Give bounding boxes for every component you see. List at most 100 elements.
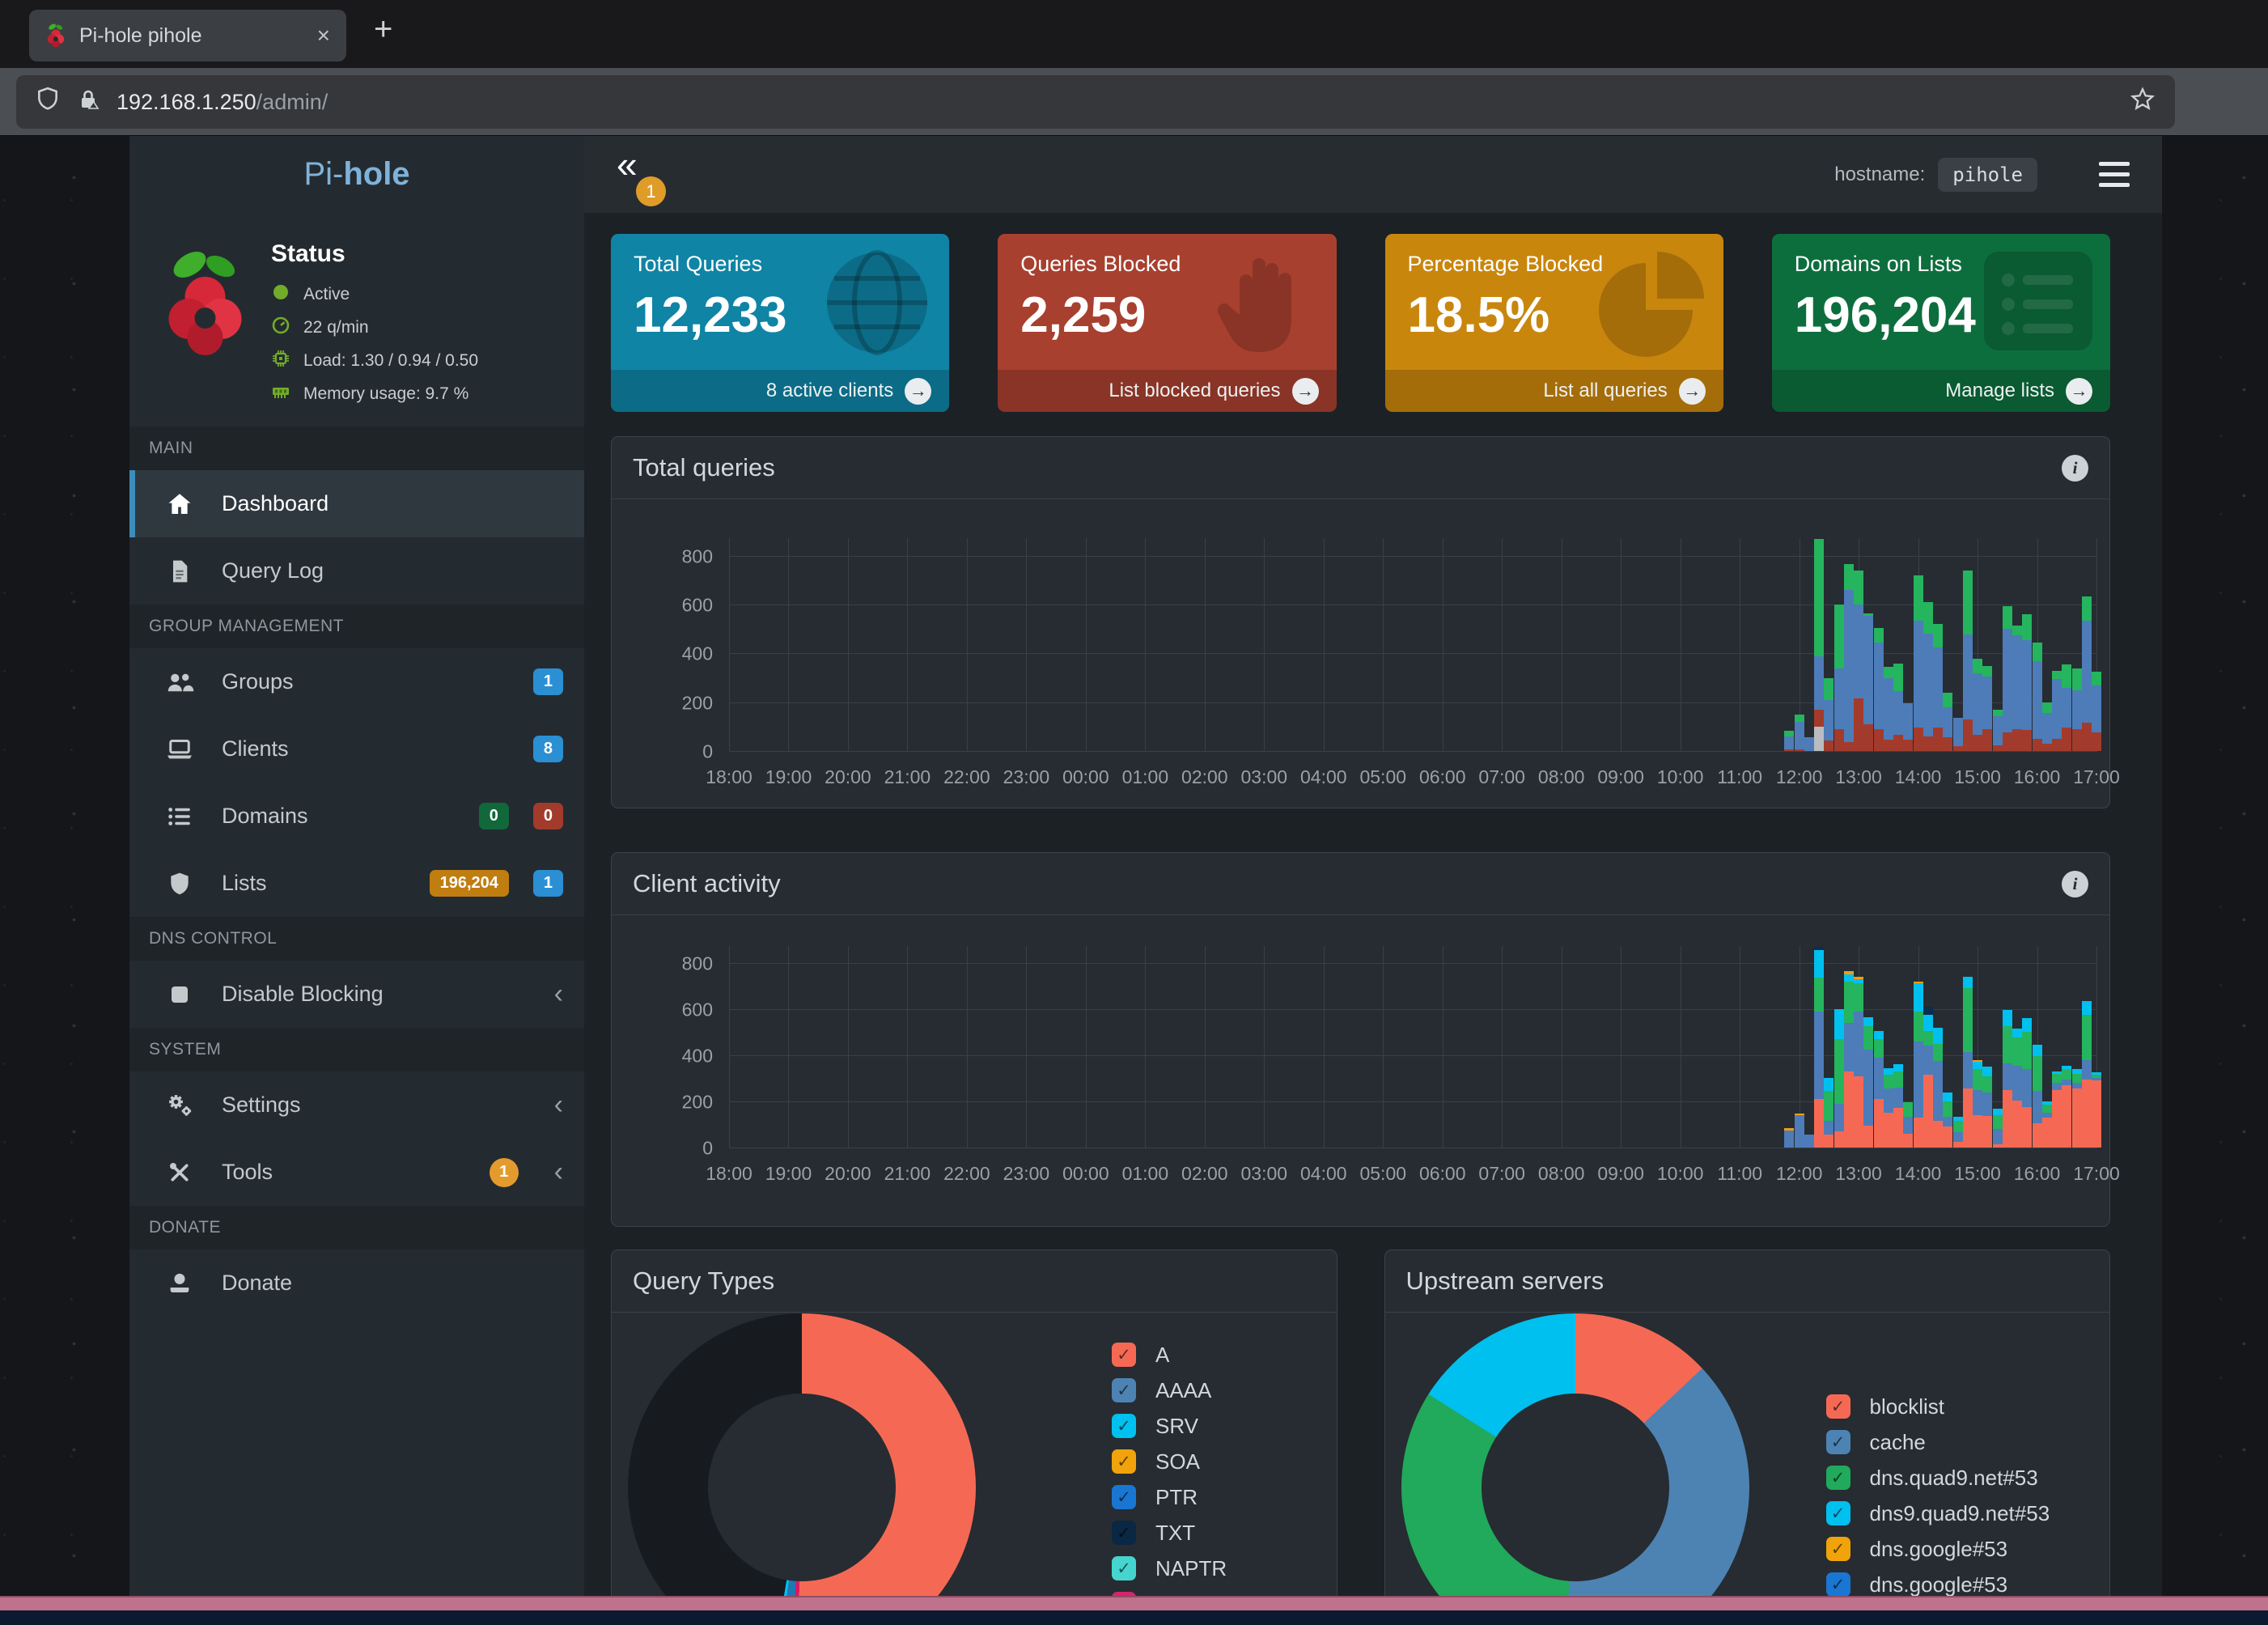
stacked-bar-14:00[interactable] [1914, 982, 1923, 1148]
legend-checkbox-icon[interactable]: ✓ [1826, 1394, 1850, 1419]
new-tab-button[interactable]: + [374, 11, 392, 48]
stacked-bar-16:10[interactable] [2042, 702, 2052, 751]
stat-card-total-queries[interactable]: Total Queries 12,233 8 active clients→ [611, 234, 949, 412]
stacked-bar-11:50[interactable] [1784, 731, 1794, 751]
tab-close-icon[interactable]: × [317, 24, 330, 47]
shield-icon[interactable] [36, 87, 60, 118]
legend-item-aaaa[interactable]: ✓ AAAA [1112, 1378, 1227, 1402]
sidebar-item-disable-blocking[interactable]: Disable Blocking‹ [129, 961, 584, 1028]
stacked-bar-16:20[interactable] [2052, 671, 2062, 751]
legend-item-a[interactable]: ✓ A [1112, 1343, 1227, 1367]
stacked-bar-16:50[interactable] [2082, 596, 2092, 751]
stacked-bar-13:20[interactable] [1874, 628, 1884, 751]
stacked-bar-14:50[interactable] [1963, 977, 1973, 1148]
legend-item-dns.google#53[interactable]: ✓ dns.google#53 [1826, 1572, 2050, 1597]
card-footer-link[interactable]: List all queries→ [1385, 370, 1723, 412]
stacked-bar-16:00[interactable] [2033, 1045, 2042, 1148]
stacked-bar-14:50[interactable] [1963, 571, 1973, 751]
stacked-bar-15:00[interactable] [1973, 659, 1982, 751]
legend-item-blocklist[interactable]: ✓ blocklist [1826, 1394, 2050, 1419]
sidebar-item-clients[interactable]: Clients8 [129, 715, 584, 783]
menu-hamburger-icon[interactable] [2099, 162, 2130, 187]
stacked-bar-16:30[interactable] [2062, 1066, 2071, 1148]
stat-card-queries-blocked[interactable]: Queries Blocked 2,259 List blocked queri… [998, 234, 1336, 412]
stacked-bar-14:30[interactable] [1943, 1093, 1952, 1148]
stacked-bar-13:10[interactable] [1863, 1017, 1873, 1148]
stacked-bar-15:50[interactable] [2022, 614, 2032, 751]
url-input[interactable]: 192.168.1.250/admin/ [16, 75, 2175, 129]
stacked-bar-14:10[interactable] [1923, 602, 1933, 751]
stacked-bar-12:40[interactable] [1834, 605, 1844, 751]
sidebar-item-groups[interactable]: Groups1 [129, 648, 584, 715]
stacked-bar-12:40[interactable] [1834, 1009, 1844, 1148]
stacked-bar-15:40[interactable] [2012, 626, 2022, 751]
stacked-bar-13:00[interactable] [1854, 571, 1863, 751]
info-icon[interactable]: i [2062, 455, 2088, 482]
stacked-bar-17:00[interactable] [2092, 1072, 2101, 1148]
stacked-bar-12:20[interactable] [1814, 539, 1824, 751]
stacked-bar-14:20[interactable] [1933, 624, 1943, 751]
stacked-bar-16:50[interactable] [2082, 1001, 2092, 1148]
legend-item-dns9.quad9.net#53[interactable]: ✓ dns9.quad9.net#53 [1826, 1501, 2050, 1525]
stacked-bar-14:40[interactable] [1953, 718, 1963, 751]
stacked-bar-16:00[interactable] [2033, 643, 2042, 751]
stacked-bar-15:20[interactable] [1993, 710, 2003, 751]
legend-checkbox-icon[interactable]: ✓ [1826, 1537, 1850, 1561]
sidebar-collapse-button[interactable]: « [617, 142, 638, 186]
sidebar-item-donate[interactable]: Donate [129, 1250, 584, 1317]
legend-checkbox-icon[interactable]: ✓ [1112, 1343, 1136, 1367]
legend-item-soa[interactable]: ✓ SOA [1112, 1449, 1227, 1474]
stacked-bar-16:40[interactable] [2072, 1069, 2082, 1148]
stat-card-domains-on-lists[interactable]: Domains on Lists 196,204 Manage lists→ [1772, 234, 2110, 412]
legend-checkbox-icon[interactable]: ✓ [1112, 1556, 1136, 1580]
stacked-bar-14:30[interactable] [1943, 693, 1952, 751]
pihole-logo[interactable]: Pi-hole [129, 136, 584, 213]
stacked-bar-14:20[interactable] [1933, 1028, 1943, 1148]
browser-tab[interactable]: Pi-hole pihole × [29, 10, 346, 62]
legend-checkbox-icon[interactable]: ✓ [1112, 1414, 1136, 1438]
stacked-bar-12:30[interactable] [1824, 1078, 1833, 1148]
legend-item-cache[interactable]: ✓ cache [1826, 1430, 2050, 1454]
stacked-bar-15:30[interactable] [2003, 1010, 2012, 1148]
stacked-bar-15:50[interactable] [2022, 1018, 2032, 1148]
legend-item-ptr[interactable]: ✓ PTR [1112, 1485, 1227, 1509]
sidebar-item-dashboard[interactable]: Dashboard [129, 470, 584, 537]
stacked-bar-13:00[interactable] [1854, 977, 1863, 1148]
card-footer-link[interactable]: 8 active clients→ [611, 370, 949, 412]
stacked-bar-13:20[interactable] [1874, 1031, 1884, 1148]
stacked-bar-15:40[interactable] [2012, 1029, 2022, 1148]
stacked-bar-14:10[interactable] [1923, 1007, 1933, 1148]
stacked-bar-13:50[interactable] [1903, 703, 1913, 751]
stacked-bar-13:40[interactable] [1893, 1064, 1903, 1148]
sidebar-item-lists[interactable]: Lists196,2041 [129, 850, 584, 917]
stacked-bar-16:30[interactable] [2062, 664, 2071, 751]
legend-item-dns.quad9.net#53[interactable]: ✓ dns.quad9.net#53 [1826, 1466, 2050, 1490]
stacked-bar-13:30[interactable] [1884, 667, 1893, 751]
sidebar-item-domains[interactable]: Domains00 [129, 783, 584, 850]
stacked-bar-12:10[interactable] [1804, 1135, 1814, 1148]
card-footer-link[interactable]: Manage lists→ [1772, 370, 2110, 412]
stacked-bar-16:10[interactable] [2042, 1101, 2052, 1148]
lock-icon[interactable] [76, 87, 100, 117]
legend-item-dns.google#53[interactable]: ✓ dns.google#53 [1826, 1537, 2050, 1561]
sidebar-item-settings[interactable]: Settings‹ [129, 1071, 584, 1139]
stacked-bar-15:20[interactable] [1993, 1109, 2003, 1148]
bookmark-star-icon[interactable] [2130, 87, 2156, 118]
stacked-bar-14:40[interactable] [1953, 1117, 1963, 1148]
stacked-bar-14:00[interactable] [1914, 575, 1923, 751]
stacked-bar-16:40[interactable] [2072, 668, 2082, 751]
legend-checkbox-icon[interactable]: ✓ [1826, 1430, 1850, 1454]
stacked-bar-12:00[interactable] [1795, 1114, 1804, 1148]
legend-checkbox-icon[interactable]: ✓ [1826, 1466, 1850, 1490]
legend-item-naptr[interactable]: ✓ NAPTR [1112, 1556, 1227, 1580]
stacked-bar-12:50[interactable] [1844, 564, 1854, 751]
legend-item-srv[interactable]: ✓ SRV [1112, 1414, 1227, 1438]
donut-chart[interactable] [1401, 1313, 1749, 1625]
stacked-bar-17:00[interactable] [2092, 672, 2101, 751]
sidebar-item-query-log[interactable]: Query Log [129, 537, 584, 605]
legend-item-txt[interactable]: ✓ TXT [1112, 1521, 1227, 1545]
stacked-bar-15:30[interactable] [2003, 606, 2012, 751]
stacked-bar-13:50[interactable] [1903, 1102, 1913, 1148]
legend-checkbox-icon[interactable]: ✓ [1112, 1521, 1136, 1545]
info-icon[interactable]: i [2062, 871, 2088, 897]
